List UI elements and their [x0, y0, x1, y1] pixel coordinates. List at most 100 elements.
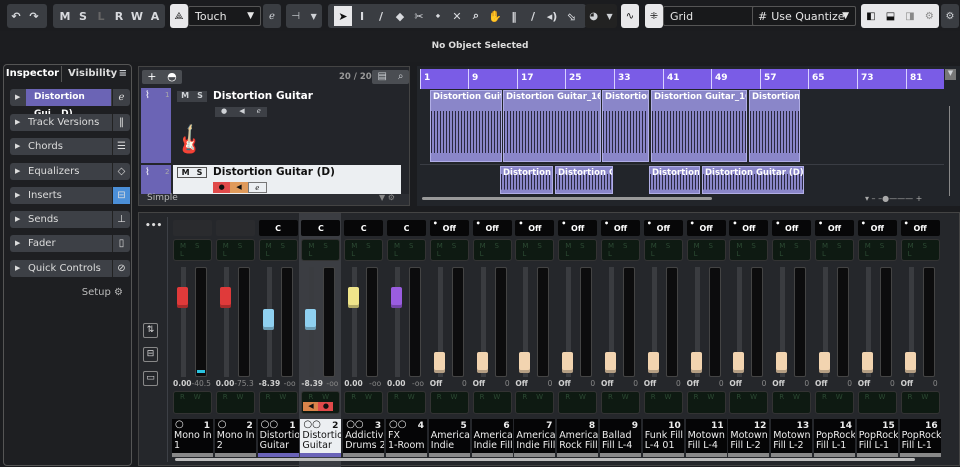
volume-fader-handle[interactable] — [262, 308, 274, 330]
erase-tool-icon[interactable]: ◆ — [391, 6, 409, 26]
read-write-buttons[interactable]: R W — [558, 391, 598, 414]
section-equalizers[interactable]: Equalizers ◇ — [10, 163, 130, 180]
volume-value[interactable]: Off — [772, 379, 784, 388]
peak-value[interactable]: 0 — [847, 379, 852, 388]
edit-automation-icon[interactable]: ℯ — [263, 4, 281, 28]
zoom-slider[interactable]: ▾ – –●——— + — [865, 194, 922, 203]
audio-event[interactable]: Distortion G — [749, 90, 800, 162]
channel-name-area[interactable]: ○○ 1 Distortio Guitar — [257, 419, 299, 453]
read-write-buttons[interactable]: R W — [601, 391, 640, 414]
volume-value[interactable]: Off — [729, 379, 741, 388]
pan-control[interactable]: • Off — [643, 219, 683, 236]
search-icon[interactable]: ⌕ — [398, 70, 404, 84]
hand-tool-icon[interactable]: ✋ — [486, 6, 504, 26]
channel-name-area[interactable]: 16 PopRock Fill L-1 — [899, 419, 941, 453]
read-write-buttons[interactable]: R W — [387, 391, 426, 414]
volume-value[interactable]: Off — [687, 379, 699, 388]
track-preset-label[interactable]: Simple — [147, 193, 178, 203]
volume-value[interactable]: Off — [644, 379, 656, 388]
mute-solo-listen-buttons[interactable]: M SL — [900, 239, 940, 261]
faders-view-icon[interactable]: ⇅ — [143, 323, 158, 338]
monitor-view-icon[interactable]: ▭ — [143, 371, 158, 386]
read-write-buttons[interactable]: R W — [815, 391, 854, 414]
peak-value[interactable]: 0 — [762, 379, 767, 388]
tab-visibility[interactable]: Visibility — [68, 66, 117, 82]
read-write-buttons[interactable]: R W — [472, 391, 512, 414]
peak-value[interactable]: 0 — [933, 379, 938, 388]
peak-value[interactable]: -oo — [369, 379, 381, 388]
peak-value[interactable]: -oo — [284, 379, 296, 388]
redo-icon[interactable]: ↷ — [25, 6, 43, 26]
peak-value[interactable]: 0 — [633, 379, 638, 388]
peak-value[interactable]: 0 — [590, 379, 595, 388]
nudge-group[interactable]: ⊣ ▼ — [286, 4, 322, 28]
more-icon[interactable]: ••• — [145, 221, 162, 231]
peak-value[interactable]: -oo — [326, 379, 338, 388]
volume-fader-handle[interactable] — [476, 351, 488, 373]
mute-solo-listen-buttons[interactable]: M SL — [344, 239, 384, 261]
track-name[interactable]: Distortion Guitar (D) — [213, 166, 335, 178]
mute-solo-listen-buttons[interactable]: M SL — [686, 239, 726, 261]
channel-name-area[interactable]: 15 PopRock Fill L-1 — [856, 419, 898, 453]
volume-value[interactable]: -8.39 — [301, 379, 323, 388]
range-tool-icon[interactable]: I — [353, 6, 371, 26]
horizontal-scrollbar[interactable] — [422, 197, 712, 200]
volume-value[interactable]: 0.00 — [216, 379, 235, 388]
volume-fader-handle[interactable] — [177, 286, 188, 308]
volume-value[interactable]: -8.39 — [259, 379, 281, 388]
audio-event[interactable]: Distortion Guitar_ — [430, 90, 502, 162]
setup-button[interactable]: Setup ⚙ — [82, 287, 123, 298]
chevron-down-icon[interactable]: ▼ — [945, 69, 956, 80]
pan-control[interactable]: • Off — [429, 219, 469, 236]
mute-mode-button[interactable]: M — [56, 6, 74, 26]
volume-value[interactable]: Off — [515, 379, 527, 388]
ruler[interactable]: 1 9 17 25 33 41 49 57 65 73 81 — [420, 69, 944, 89]
vertical-zoom-slider[interactable] — [949, 106, 950, 196]
volume-value[interactable]: Off — [473, 379, 485, 388]
snap-toggle-icon[interactable]: ∿ — [621, 4, 639, 28]
channel-name-area[interactable]: ○ 1 Mono In 1 — [172, 419, 213, 453]
read-write-buttons[interactable]: R W — [173, 391, 212, 414]
color-dropdown[interactable]: ◕ ▼ — [585, 4, 617, 28]
read-write-buttons[interactable]: R W — [344, 391, 384, 414]
channel-name-area[interactable]: 8American Rock Fill — [557, 419, 599, 453]
read-write-buttons[interactable]: R W ◀ ● — [301, 391, 341, 414]
pan-control[interactable]: • Off — [729, 219, 769, 236]
mute-solo-listen-buttons[interactable]: M SL — [815, 239, 854, 261]
monitor-icon[interactable]: ◀ — [303, 402, 319, 411]
volume-fader-handle[interactable] — [605, 351, 616, 373]
read-write-buttons[interactable]: R W — [215, 391, 255, 414]
pan-control[interactable]: • Off — [558, 219, 598, 236]
lower-zone-icon[interactable]: ⬓ — [886, 11, 895, 22]
volume-fader-handle[interactable] — [776, 351, 788, 373]
mute-solo-listen-buttons[interactable]: M SL — [215, 239, 255, 261]
object-selection-tool-icon[interactable]: ➤ — [334, 6, 352, 26]
pan-control[interactable]: • Off — [772, 219, 812, 236]
mute-solo-listen-buttons[interactable]: M SL — [301, 239, 341, 261]
volume-fader-handle[interactable] — [219, 286, 231, 308]
audio-event[interactable]: Distortion Guitar (D)_124 — [702, 166, 804, 194]
record-enable-icon[interactable]: ● — [213, 182, 231, 193]
right-zone-icon[interactable]: ◨ — [905, 11, 914, 22]
channel-name-area[interactable]: ○○ 4 FX 1-Room — [386, 419, 427, 453]
pan-control[interactable]: • Off — [472, 219, 512, 236]
volume-value[interactable]: 0.00 — [344, 379, 363, 388]
audio-event[interactable]: Distortion Guitar_16 — [651, 90, 747, 162]
peak-value[interactable]: -40.5 — [192, 379, 211, 388]
mute-solo-listen-buttons[interactable]: M SL — [601, 239, 640, 261]
audio-event[interactable]: Distortion G — [649, 166, 700, 194]
comp-tool-icon[interactable]: ‖ — [505, 6, 523, 26]
volume-fader-handle[interactable] — [733, 351, 745, 373]
volume-fader-handle[interactable] — [904, 351, 916, 373]
volume-value[interactable]: 0.00 — [387, 379, 406, 388]
record-enable-icon[interactable]: ● — [221, 107, 227, 117]
read-button[interactable]: R — [110, 6, 128, 26]
peak-value[interactable]: -75.3 — [234, 379, 253, 388]
edit-channel-icon[interactable]: ℯ — [112, 89, 130, 106]
peak-value[interactable]: 0 — [548, 379, 553, 388]
quantize-dropdown[interactable]: # Use Quantize ▼ — [752, 6, 856, 26]
volume-value[interactable]: Off — [558, 379, 570, 388]
mute-solo-listen-buttons[interactable]: M SL — [857, 239, 897, 261]
track-list-view-icon[interactable]: ▤ — [377, 70, 386, 84]
inspector-track-header[interactable]: Distortion Gui...D)ℯ — [10, 89, 130, 119]
